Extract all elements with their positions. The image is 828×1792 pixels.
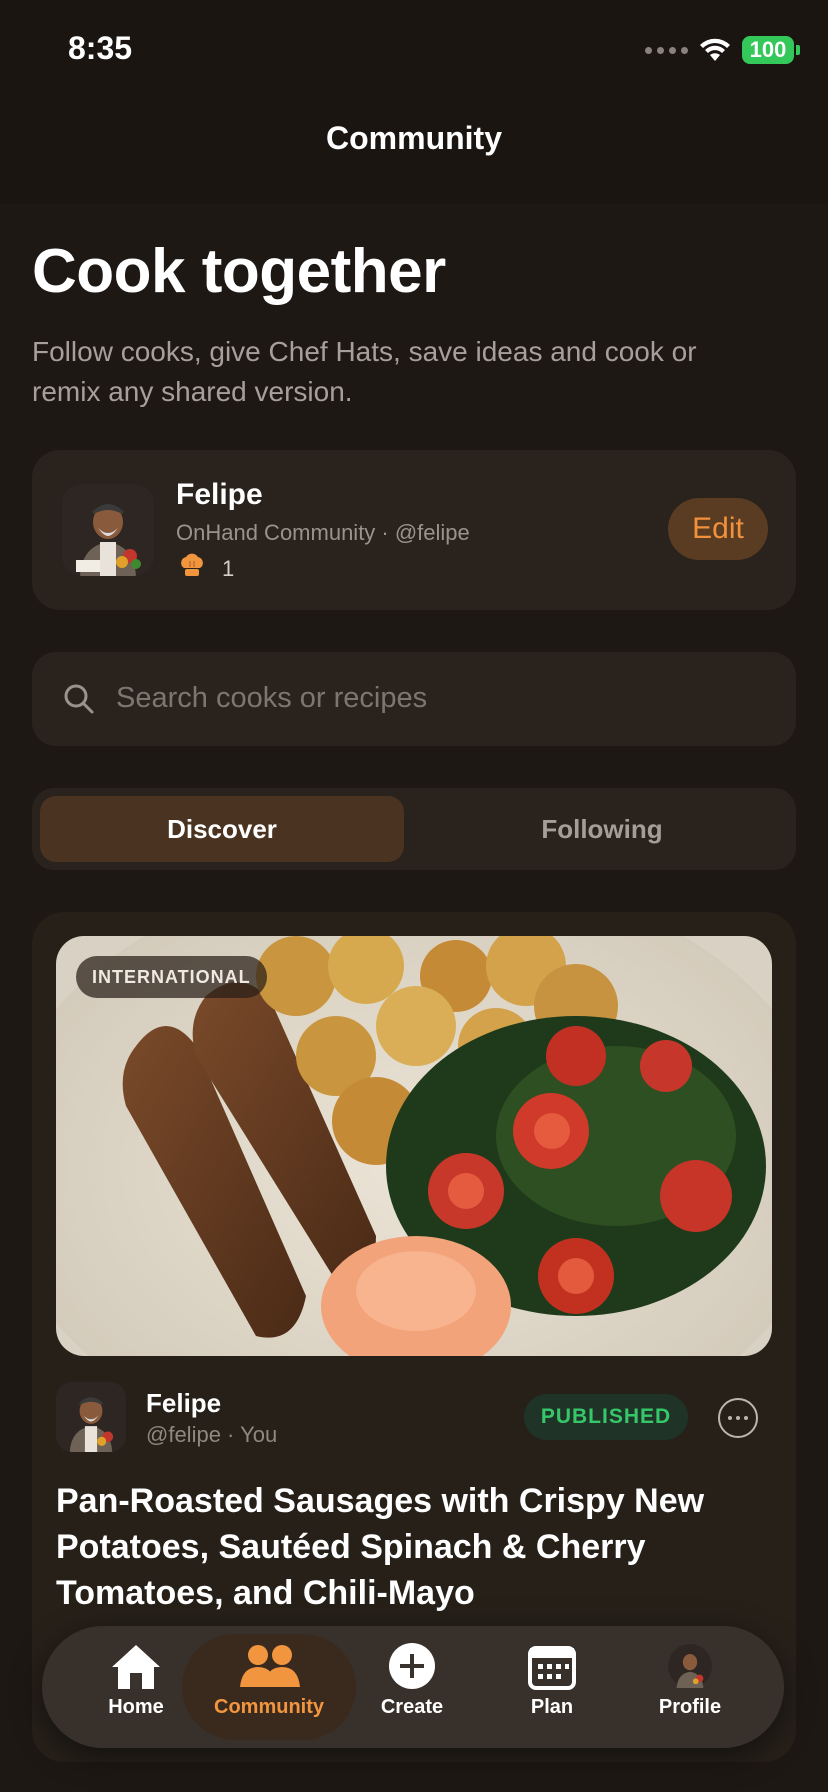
avatar — [62, 484, 154, 576]
plus-circle-icon — [387, 1640, 437, 1692]
tab-profile-label: Profile — [658, 1696, 722, 1718]
wifi-icon — [698, 37, 732, 63]
tab-plan[interactable]: Plan — [482, 1640, 622, 1736]
tab-create[interactable]: Create — [342, 1640, 482, 1736]
cellular-signal-icon — [645, 46, 688, 54]
nav-title: Community — [326, 120, 502, 156]
tab-plan-label: Plan — [530, 1696, 574, 1718]
search-placeholder: Search cooks or recipes — [116, 682, 428, 714]
author-handle: @felipe · You — [146, 1422, 278, 1447]
page-title: Cook together — [32, 237, 446, 306]
recipe-image[interactable]: INTERNATIONAL — [56, 936, 772, 1356]
profile-card[interactable]: Felipe OnHand Community · @felipe 1 Edit — [32, 450, 796, 610]
calendar-icon — [527, 1640, 577, 1692]
tab-community-label: Community — [214, 1696, 324, 1718]
author-name[interactable]: Felipe — [146, 1388, 221, 1419]
tab-home[interactable]: Home — [66, 1640, 206, 1736]
edit-profile-button[interactable]: Edit — [668, 498, 768, 560]
search-input[interactable]: Search cooks or recipes — [32, 652, 796, 746]
battery-icon: 100 — [742, 36, 800, 64]
author-avatar[interactable] — [56, 1382, 126, 1452]
house-icon — [108, 1640, 164, 1692]
tab-bar: Home Community Create Plan Profile — [42, 1626, 784, 1748]
more-options-button[interactable] — [718, 1398, 758, 1438]
tab-profile[interactable]: Profile — [620, 1640, 760, 1736]
status-bar: 8:35 100 — [0, 0, 828, 100]
status-time: 8:35 — [68, 30, 133, 66]
search-icon — [62, 682, 96, 721]
page-subtitle: Follow cooks, give Chef Hats, save ideas… — [32, 336, 697, 407]
tab-home-label: Home — [108, 1696, 164, 1718]
people-icon — [236, 1640, 302, 1692]
chef-hat-count-value: 1 — [222, 555, 235, 581]
avatar-icon — [668, 1640, 712, 1692]
tab-create-label: Create — [380, 1696, 444, 1718]
status-badge: PUBLISHED — [524, 1394, 688, 1440]
profile-handle: OnHand Community · @felipe — [176, 520, 470, 545]
feed-segmented-control: Discover Following — [32, 788, 796, 870]
navigation-bar: Community — [0, 100, 828, 204]
recipe-title[interactable]: Pan-Roasted Sausages with Crispy New Pot… — [56, 1478, 772, 1616]
status-indicators: 100 — [645, 34, 800, 66]
tab-following[interactable]: Following — [416, 796, 788, 862]
profile-name: Felipe — [176, 478, 263, 511]
category-badge: INTERNATIONAL — [76, 956, 267, 998]
ellipsis-icon — [728, 1416, 732, 1420]
chef-hat-icon — [178, 552, 206, 585]
tab-discover[interactable]: Discover — [40, 796, 404, 862]
tab-community[interactable]: Community — [199, 1640, 339, 1736]
chef-hat-count: 1 — [178, 552, 234, 585]
